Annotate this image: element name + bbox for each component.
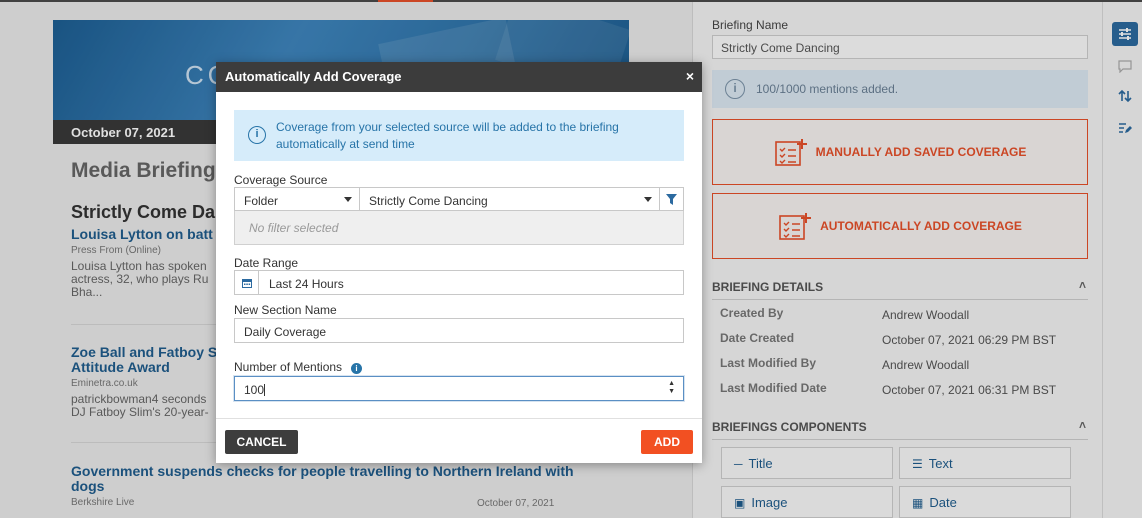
source-type-select[interactable]: Folder: [234, 187, 360, 211]
add-button[interactable]: ADD: [641, 430, 693, 454]
dialog-title: Automatically Add Coverage: [225, 69, 402, 84]
section-name-label: New Section Name: [234, 303, 337, 317]
source-folder-select[interactable]: Strictly Come Dancing: [359, 187, 660, 211]
mentions-label-text: Number of Mentions: [234, 360, 343, 374]
info-notice: i Coverage from your selected source wil…: [234, 110, 684, 161]
chevron-down-icon: [644, 197, 652, 202]
date-range-picker[interactable]: Last 24 Hours: [234, 270, 684, 295]
mentions-value: 100: [244, 383, 265, 397]
filter-button[interactable]: [659, 187, 684, 211]
auto-add-coverage-dialog: Automatically Add Coverage × i Coverage …: [216, 62, 702, 463]
date-range-value: Last 24 Hours: [269, 277, 344, 291]
coverage-source-label: Coverage Source: [234, 173, 328, 187]
no-filter-placeholder: No filter selected: [234, 211, 684, 245]
chevron-down-icon: [344, 197, 352, 202]
mentions-number-input[interactable]: 100 ▲ ▼: [234, 376, 684, 401]
dialog-header: Automatically Add Coverage ×: [216, 62, 702, 92]
section-name-input[interactable]: Daily Coverage: [234, 318, 684, 343]
mentions-label: Number of Mentions i: [234, 360, 363, 374]
stepper-arrows-icon[interactable]: ▲ ▼: [668, 380, 675, 396]
source-folder-value: Strictly Come Dancing: [369, 194, 488, 208]
info-notice-text: Coverage from your selected source will …: [276, 120, 619, 151]
info-icon: i: [248, 126, 266, 144]
date-range-label: Date Range: [234, 256, 299, 270]
source-type-value: Folder: [244, 194, 279, 208]
close-icon[interactable]: ×: [686, 68, 694, 84]
info-icon[interactable]: i: [351, 363, 363, 374]
filter-icon: [666, 193, 677, 205]
cancel-button[interactable]: CANCEL: [225, 430, 298, 454]
calendar-icon: [235, 271, 259, 294]
dialog-footer: CANCEL ADD: [216, 418, 702, 463]
